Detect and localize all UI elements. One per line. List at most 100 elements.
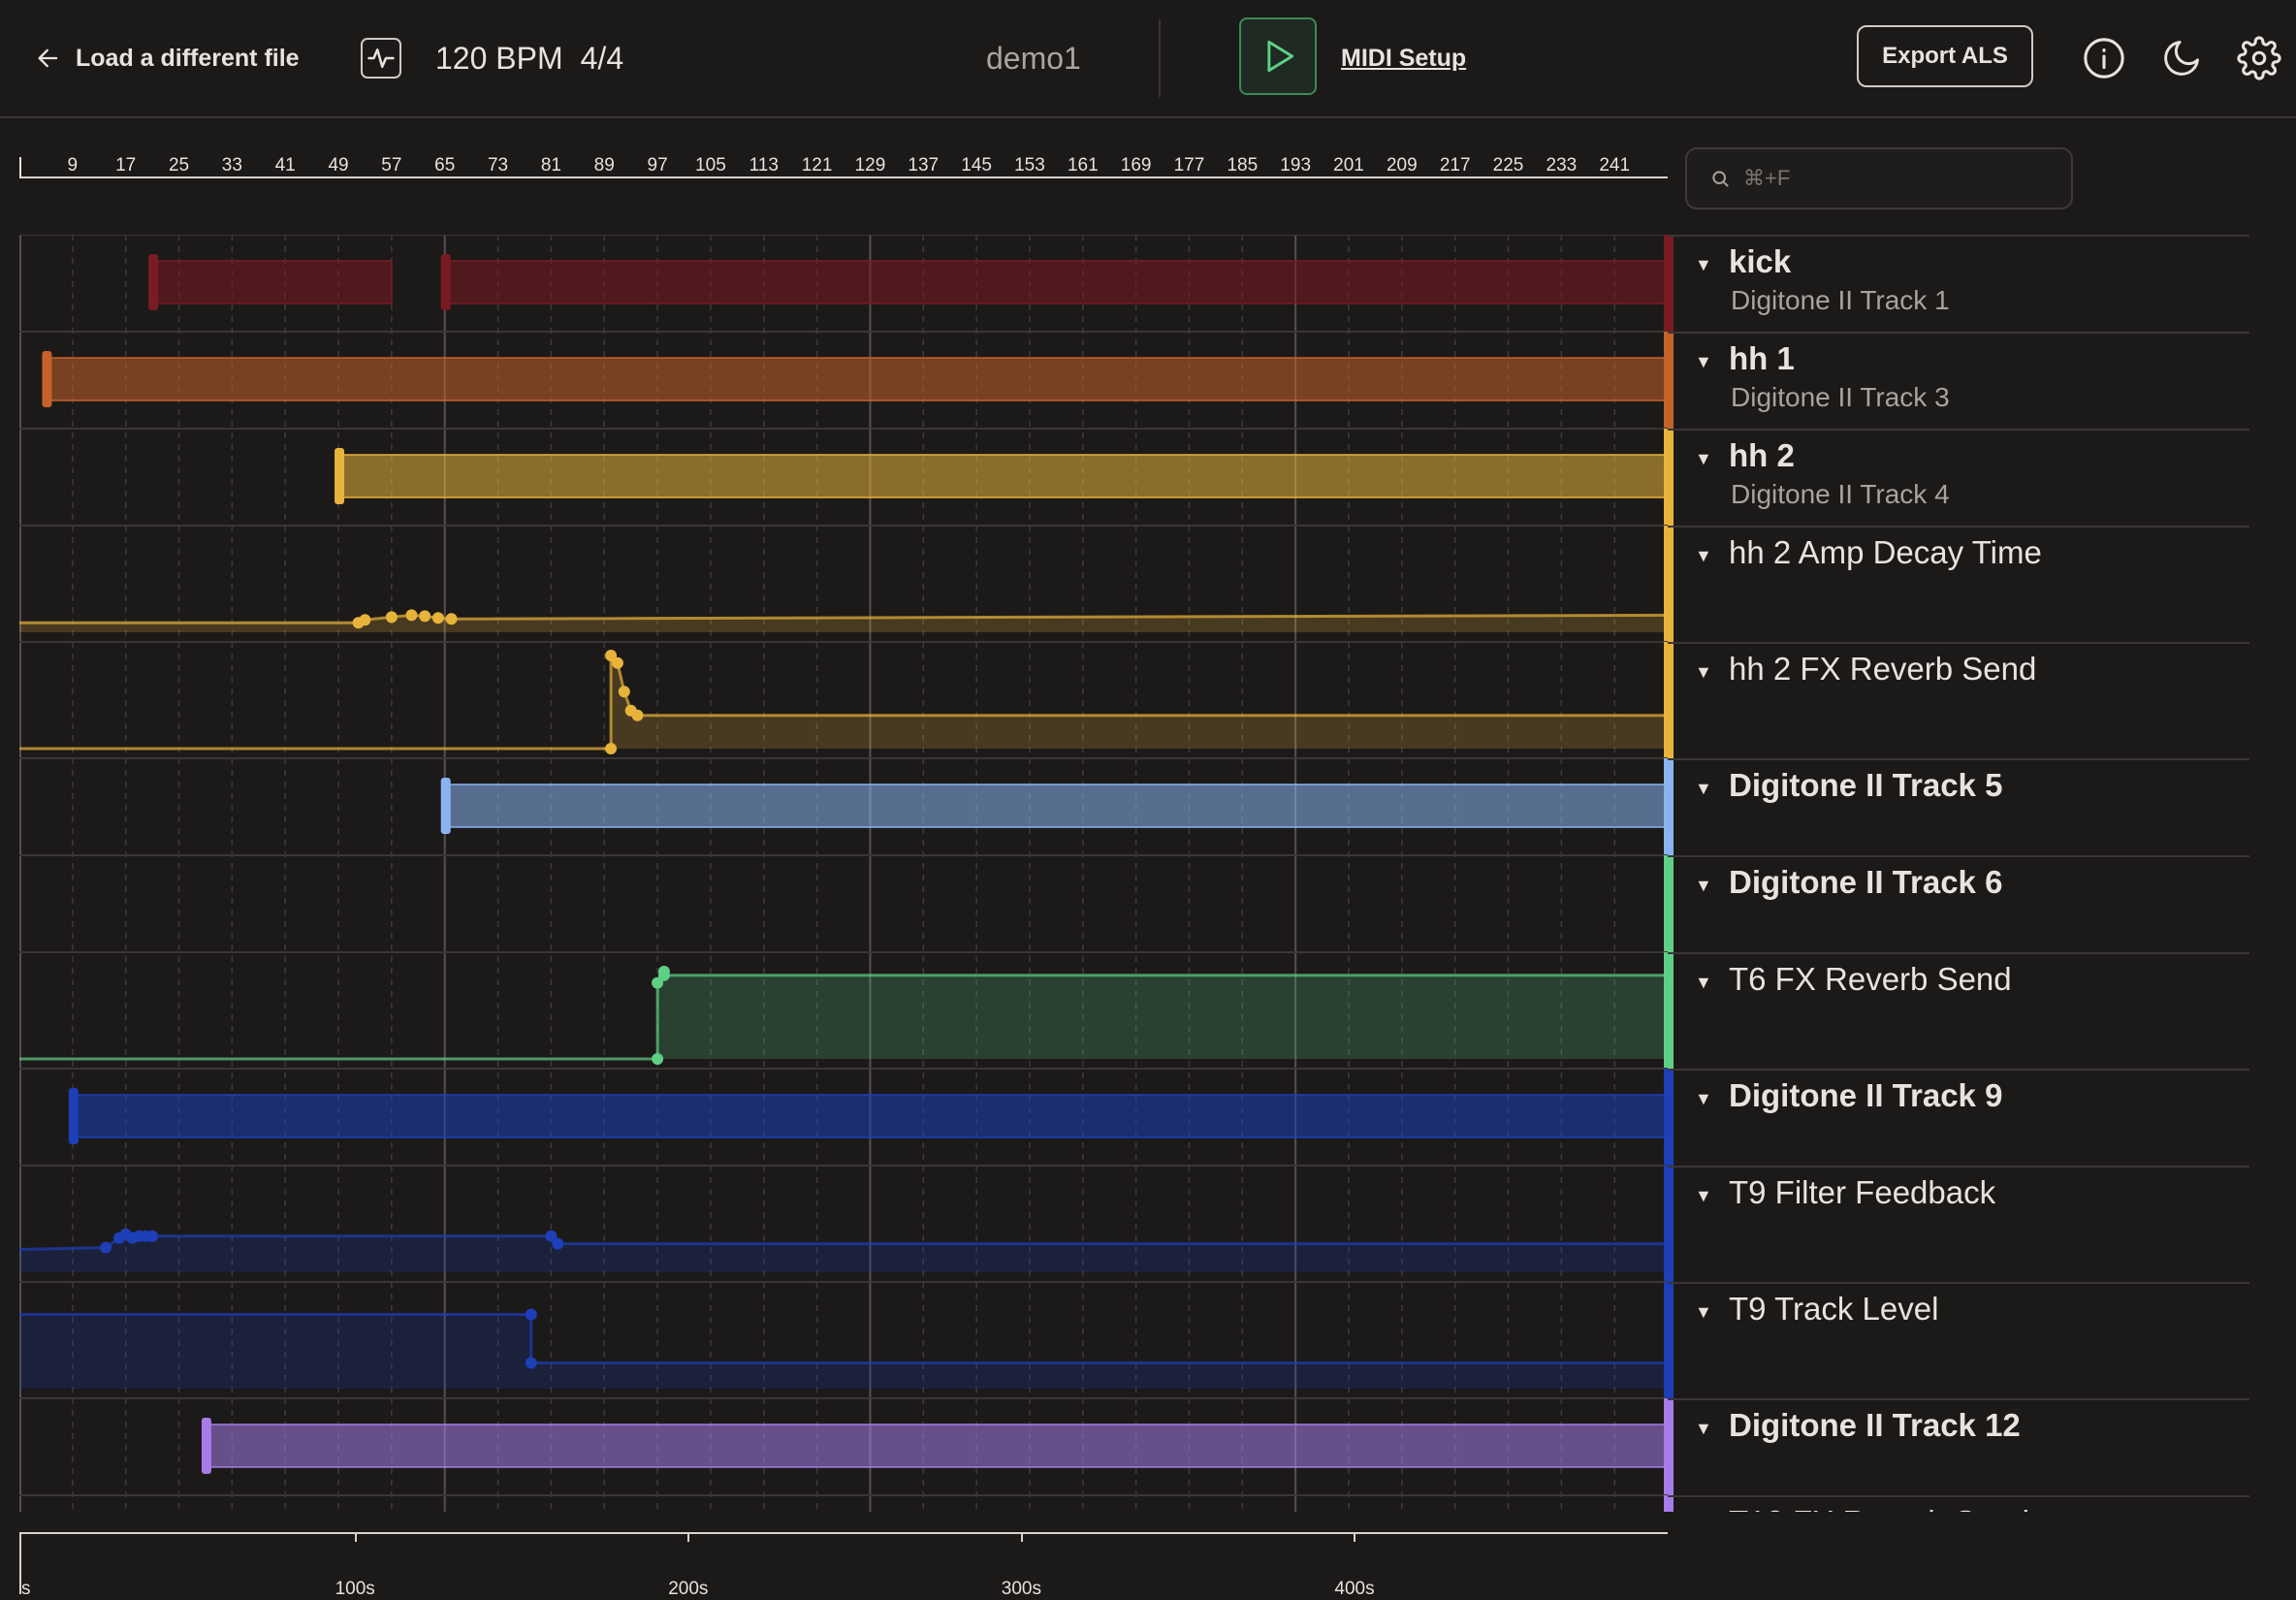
track-color-stripe [1668,528,1674,642]
track-lane-digitone-ii-track-5[interactable] [19,757,1668,855]
theme-toggle-button[interactable] [2157,34,2206,82]
clip-handle [148,254,159,310]
timeline-canvas[interactable] [19,235,1668,1512]
automation-point[interactable] [419,610,431,623]
track-header-t9-track-level[interactable]: ▼ T9 Track Level [1668,1282,2249,1398]
ruler-label-9: 9 [67,155,79,176]
track-header-t12-fx-reverb-send[interactable]: ▼T12 FX Reverb Send [1668,1495,2249,1512]
automation-point[interactable] [146,1230,159,1242]
clip[interactable] [205,1424,1667,1468]
track-lane-kick[interactable] [19,235,1668,332]
moon-icon [2164,41,2199,76]
automation-point[interactable] [605,743,618,754]
search-input[interactable] [1743,166,2054,191]
collapse-caret-icon[interactable]: ▼ [1695,546,1712,566]
track-lane-digitone-ii-track-12[interactable] [19,1397,1668,1495]
collapse-caret-icon[interactable]: ▼ [1695,662,1712,683]
clip[interactable] [443,784,1667,828]
track-color-stripe [1668,334,1674,429]
clip[interactable] [72,1094,1667,1138]
clip-handle [440,254,451,310]
track-lane-hh-2-amp-decay-time[interactable] [19,525,1668,642]
bar-ruler[interactable]: 9 17 25 33 41 49 57 65 73 81 89 97 105 113 121 129 137 14… [19,147,1668,178]
play-button[interactable] [1239,17,1317,95]
track-header-kick[interactable]: ▼ kick Digitone II Track 1 [1668,235,2249,332]
collapse-caret-icon[interactable]: ▼ [1695,1302,1712,1323]
track-lane-t6-fx-reverb-send[interactable] [19,951,1668,1069]
midi-setup-link[interactable]: MIDI Setup [1341,0,1466,116]
track-header-digitone-ii-track-9[interactable]: ▼ Digitone II Track 9 [1668,1069,2249,1166]
collapse-caret-icon[interactable]: ▼ [1695,352,1712,372]
track-lane-hh-1[interactable] [19,331,1668,429]
collapse-caret-icon[interactable]: ▼ [1695,449,1712,469]
automation-point[interactable] [359,614,371,626]
track-header-t9-filter-feedback[interactable]: ▼ T9 Filter Feedback [1668,1166,2249,1282]
track-lane-t12-fx-reverb-send[interactable] [19,1494,1668,1512]
pulse-icon [367,48,395,68]
track-lane-hh-2[interactable] [19,428,1668,526]
clip[interactable] [337,454,1667,498]
track-lane-t9-track-level[interactable] [19,1281,1668,1398]
track-header-digitone-ii-track-5[interactable]: ▼ Digitone II Track 5 [1668,758,2249,855]
track-color-stripe [1668,1497,1674,1512]
track-list: ▼ kick Digitone II Track 1 ▼ hh 1 Digitone II… [1668,235,2249,1512]
collapse-caret-icon[interactable]: ▼ [1695,255,1712,275]
clip[interactable] [443,260,1667,304]
automation-point[interactable] [631,709,644,721]
automation-point[interactable] [100,1241,112,1254]
track-header-digitone-ii-track-6[interactable]: ▼ Digitone II Track 6 [1668,855,2249,952]
automation-point[interactable] [385,611,398,624]
track-device: Digitone II Track 4 [1731,479,1950,509]
pulse-button[interactable] [361,38,401,79]
automation-point[interactable] [657,969,670,981]
automation-point[interactable] [611,656,623,669]
collapse-caret-icon[interactable]: ▼ [1695,779,1712,799]
gear-icon [2237,36,2281,80]
collapse-caret-icon[interactable]: ▼ [1695,1186,1712,1206]
time-label-100s: 100s [335,1579,375,1599]
info-button[interactable] [2080,34,2128,82]
track-lane-digitone-ii-track-9[interactable] [19,1068,1668,1166]
arrangement-timeline[interactable] [19,235,1668,1512]
time-axis-tick [687,1534,690,1542]
track-name: kick [1729,243,1792,279]
track-header-hh-2[interactable]: ▼ hh 2 Digitone II Track 4 [1668,429,2249,526]
automation-point[interactable] [445,613,458,625]
ruler-label-225: 225 [1492,155,1524,176]
ruler-label-73: 73 [487,155,509,176]
ruler-label-41: 41 [274,155,296,176]
track-color-stripe [1668,760,1674,855]
clip[interactable] [45,357,1667,401]
collapse-caret-icon[interactable]: ▼ [1695,1419,1712,1439]
search-box[interactable] [1685,147,2073,209]
settings-button[interactable] [2235,34,2283,82]
track-header-hh-1[interactable]: ▼ hh 1 Digitone II Track 3 [1668,332,2249,429]
ruler-label-145: 145 [961,155,992,176]
automation-point[interactable] [405,609,418,622]
play-icon [1267,40,1294,73]
track-header-digitone-ii-track-12[interactable]: ▼ Digitone II Track 12 [1668,1398,2249,1495]
track-device: Digitone II Track 3 [1731,382,1950,412]
clip[interactable] [151,260,393,304]
automation-point[interactable] [552,1237,564,1250]
export-als-button[interactable]: Export ALS [1857,25,2033,87]
track-lane-digitone-ii-track-6[interactable] [19,854,1668,952]
collapse-caret-icon[interactable]: ▼ [1695,876,1712,896]
track-header-t6-fx-reverb-send[interactable]: ▼ T6 FX Reverb Send [1668,952,2249,1069]
automation-point[interactable] [618,686,630,698]
ruler-label-185: 185 [1227,155,1259,176]
ruler-label-233: 233 [1546,155,1578,176]
automation-point[interactable] [652,1053,664,1065]
track-lane-hh-2-fx-reverb-send[interactable] [19,641,1668,758]
automation-point[interactable] [525,1357,537,1369]
automation-point[interactable] [431,612,444,624]
load-different-file-button[interactable]: Load a different file [35,0,300,116]
ruler-start-tick [19,157,21,178]
track-header-hh-2-fx-reverb-send[interactable]: ▼ hh 2 FX Reverb Send [1668,642,2249,758]
track-lane-t9-filter-feedback[interactable] [19,1165,1668,1282]
automation-point[interactable] [525,1308,537,1321]
track-header-hh-2-amp-decay-time[interactable]: ▼ hh 2 Amp Decay Time [1668,526,2249,642]
collapse-caret-icon[interactable]: ▼ [1695,973,1712,993]
time-label-300s: 300s [1001,1579,1041,1599]
collapse-caret-icon[interactable]: ▼ [1695,1089,1712,1109]
